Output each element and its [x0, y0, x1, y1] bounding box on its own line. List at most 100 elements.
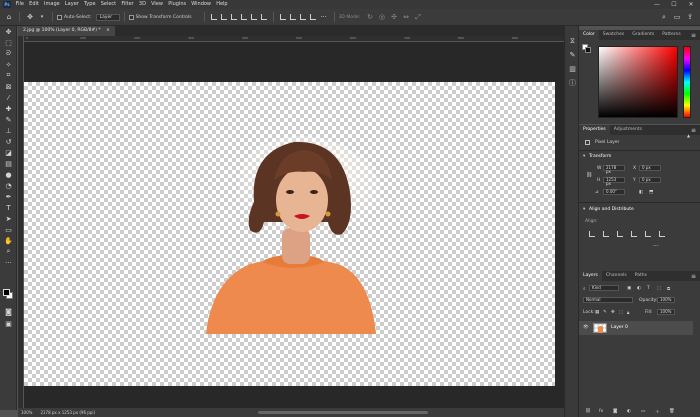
x-field[interactable]: 0 px [639, 165, 661, 171]
align-top-edges-icon[interactable] [631, 231, 637, 237]
transform-chevron-icon[interactable]: ▾ [583, 154, 585, 159]
scroll-up-icon[interactable]: ▲ [687, 133, 690, 138]
show-transform-checkbox[interactable] [128, 14, 134, 20]
menu-window[interactable]: Window [189, 0, 214, 9]
align-chevron-icon[interactable]: ▾ [583, 207, 585, 212]
filter-smart-object-icon[interactable]: ⧉ [667, 286, 670, 292]
align-vertical-centers-icon[interactable] [645, 231, 651, 237]
workspace-icon[interactable]: ▭ [673, 13, 681, 21]
link-icon[interactable]: ⛓ [586, 172, 592, 178]
close-window-button[interactable]: ✕ [682, 0, 700, 9]
home-icon[interactable]: ⌂ [5, 13, 13, 21]
hand-tool-icon[interactable]: ✋ [0, 235, 17, 246]
filter-adjustment-icon[interactable]: ◐ [637, 286, 641, 291]
pen-tool-icon[interactable]: ✒ [0, 191, 17, 202]
tab-swatches[interactable]: Swatches [599, 30, 629, 40]
lock-artboard-icon[interactable]: ⬚ [619, 310, 623, 315]
dodge-tool-icon[interactable]: ◔ [0, 180, 17, 191]
lasso-tool-icon[interactable]: ᘐ [0, 48, 17, 59]
rectangle-tool-icon[interactable]: ▭ [0, 224, 17, 235]
align-left-edges-icon[interactable] [589, 231, 595, 237]
distribute-right-icon[interactable] [299, 14, 306, 20]
tab-adjustments[interactable]: Adjustments [610, 125, 646, 135]
lock-image-icon[interactable]: ✎ [603, 310, 607, 315]
path-selection-tool-icon[interactable]: ➤ [0, 213, 17, 224]
maximize-button[interactable]: ☐ [665, 0, 683, 9]
3d-orbit-icon[interactable]: ↻ [366, 13, 374, 21]
3d-pan-icon[interactable]: ✣ [390, 13, 398, 21]
adjustment-layer-icon[interactable]: ◐ [627, 409, 631, 414]
gradient-tool-icon[interactable]: ▤ [0, 158, 17, 169]
crop-tool-icon[interactable]: ⌗ [0, 70, 17, 81]
align-middle-icon[interactable] [250, 14, 257, 20]
panel-menu-icon[interactable]: ≡ [691, 273, 696, 280]
move-tool-icon[interactable]: ✥ [26, 13, 34, 21]
lock-all-icon[interactable]: 🔒︎ [627, 310, 629, 316]
menu-select[interactable]: Select [98, 0, 119, 9]
tab-color[interactable]: Color [579, 30, 599, 40]
width-field[interactable]: 2178 px [603, 165, 625, 174]
flip-vertical-icon[interactable]: ⬒ [649, 190, 653, 195]
layer-name[interactable]: Layer 0 [611, 325, 628, 330]
filter-pixel-icon[interactable]: ▣ [627, 286, 631, 291]
chevron-down-icon[interactable]: ▾ [38, 13, 46, 21]
align-left-icon[interactable] [210, 14, 217, 20]
close-tab-icon[interactable]: × [106, 28, 110, 33]
lock-transparent-icon[interactable]: ▦ [595, 310, 599, 315]
more-options-icon[interactable]: ··· [320, 13, 328, 21]
tab-properties[interactable]: Properties [579, 125, 610, 135]
lock-position-icon[interactable]: ✥ [611, 310, 615, 315]
menu-image[interactable]: Image [41, 0, 62, 9]
kind-filter-dropdown[interactable]: Kind [589, 285, 619, 291]
align-top-icon[interactable] [240, 14, 247, 20]
more-align-options-icon[interactable]: ··· [653, 243, 659, 250]
distribute-left-icon[interactable] [279, 14, 286, 20]
3d-scale-icon[interactable]: ⤢ [414, 13, 422, 21]
tab-patterns[interactable]: Patterns [658, 30, 685, 40]
marquee-tool-icon[interactable]: ⬚ [0, 37, 17, 48]
libraries-panel-icon[interactable]: ▥ [565, 62, 580, 76]
screen-mode-icon[interactable]: ▣ [0, 318, 17, 329]
auto-select-checkbox[interactable] [57, 14, 62, 20]
frame-tool-icon[interactable]: ⊠ [0, 81, 17, 92]
layer-visibility-eye-icon[interactable]: 👁︎ [583, 325, 589, 330]
layer-row[interactable]: 👁︎ Layer 0 [579, 321, 693, 335]
history-panel-icon[interactable]: ⧖ [565, 34, 580, 48]
tab-layers[interactable]: Layers [579, 271, 602, 281]
document-canvas[interactable] [24, 82, 555, 386]
share-icon[interactable]: ⇪ [686, 13, 694, 21]
minimize-button[interactable]: — [648, 0, 666, 9]
more-tools-icon[interactable]: ··· [0, 257, 17, 268]
blur-tool-icon[interactable]: ● [0, 169, 17, 180]
clone-stamp-tool-icon[interactable]: ⊥ [0, 125, 17, 136]
panel-menu-icon[interactable]: ≡ [691, 32, 696, 39]
brush-tool-icon[interactable]: ✎ [0, 114, 17, 125]
align-bottom-icon[interactable] [260, 14, 267, 20]
filter-shape-icon[interactable]: ⬚ [657, 286, 661, 291]
menu-3d[interactable]: 3D [136, 0, 148, 9]
delete-layer-icon[interactable]: 🗑︎ [669, 409, 675, 414]
height-field[interactable]: 1253 px [603, 177, 625, 186]
opacity-field[interactable]: 100% [657, 297, 675, 303]
zoom-tool-icon[interactable]: ⌕ [0, 246, 17, 257]
color-swatch-fg[interactable] [585, 47, 591, 53]
blend-mode-dropdown[interactable]: Normal [583, 297, 633, 303]
tab-gradients[interactable]: Gradients [628, 30, 658, 40]
align-center-icon[interactable] [220, 14, 227, 20]
history-brush-tool-icon[interactable]: ↺ [0, 136, 17, 147]
search-icon[interactable]: ⌕ [660, 13, 668, 21]
zoom-level[interactable]: 100% [21, 410, 32, 415]
align-right-edges-icon[interactable] [617, 231, 623, 237]
y-field[interactable]: 0 px [639, 177, 661, 183]
magic-wand-tool-icon[interactable]: ✧ [0, 59, 17, 70]
type-tool-icon[interactable]: T [0, 202, 17, 213]
eyedropper-tool-icon[interactable]: ⁄ [0, 92, 17, 103]
add-mask-icon[interactable]: ◙ [613, 409, 617, 414]
menu-plugins[interactable]: Plugins [166, 0, 189, 9]
angle-field[interactable]: 0.00° [603, 189, 625, 195]
move-tool-icon[interactable]: ✥ [0, 26, 17, 37]
menu-layer[interactable]: Layer [62, 0, 81, 9]
menu-type[interactable]: Type [81, 0, 98, 9]
menu-file[interactable]: File [13, 0, 27, 9]
fill-field[interactable]: 100% [657, 309, 675, 315]
